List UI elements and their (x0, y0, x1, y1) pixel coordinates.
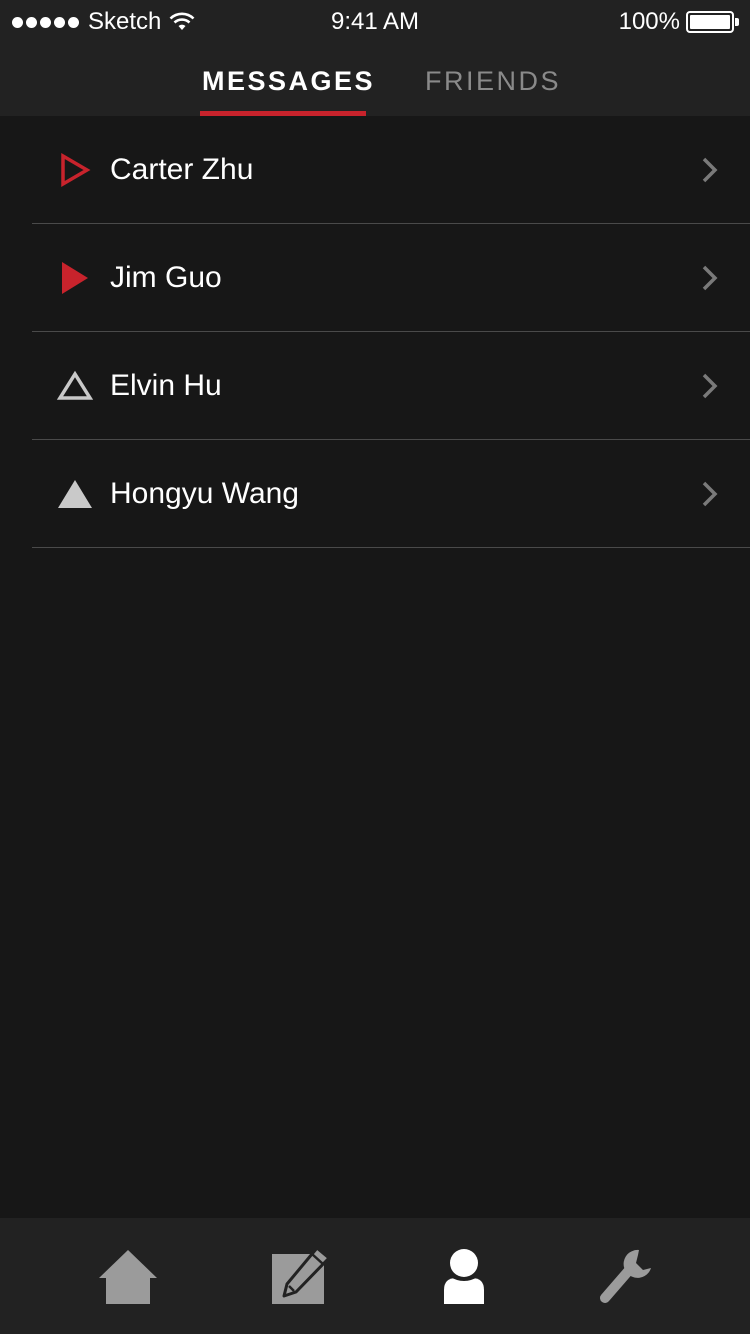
top-tab-bar: MESSAGES FRIENDS (0, 44, 750, 116)
chevron-right-icon (702, 157, 718, 182)
filled-up-triangle-icon (58, 479, 92, 508)
chevron-right-icon (702, 481, 718, 506)
battery-icon (686, 11, 739, 33)
status-left: Sketch (12, 8, 195, 36)
bottom-tab-bar (0, 1218, 750, 1334)
contact-name: Elvin Hu (110, 368, 222, 402)
contact-name: Hongyu Wang (110, 476, 299, 510)
filled-play-triangle-icon (62, 261, 88, 294)
contact-name: Carter Zhu (110, 152, 254, 186)
status-bar: Sketch 9:41 AM 100% (0, 0, 750, 44)
carrier-name: Sketch (88, 8, 162, 35)
message-list: Carter Zhu Jim Guo Elvin Hu Hongyu Wang (0, 116, 750, 548)
list-item[interactable]: Carter Zhu (32, 116, 750, 224)
status-right: 100% (618, 8, 739, 36)
chevron-right-icon (702, 265, 718, 290)
profile-tab-button[interactable] (429, 1246, 499, 1308)
outline-up-triangle-icon (56, 370, 94, 400)
outline-play-triangle-icon (61, 152, 91, 187)
chevron-right-icon (702, 373, 718, 398)
profile-icon (444, 1249, 484, 1304)
wrench-icon (600, 1249, 651, 1303)
home-icon (99, 1250, 157, 1304)
list-item[interactable]: Jim Guo (32, 224, 750, 332)
signal-strength-icon (12, 16, 79, 28)
tab-messages[interactable]: MESSAGES (202, 66, 375, 97)
settings-tab-button[interactable] (591, 1246, 661, 1308)
tab-friends[interactable]: FRIENDS (425, 66, 561, 97)
compose-icon (272, 1246, 331, 1304)
compose-tab-button[interactable] (263, 1246, 333, 1308)
phone-screen: Sketch 9:41 AM 100% MESSAGES FRIENDS Car… (0, 0, 750, 1334)
home-tab-button[interactable] (93, 1246, 163, 1308)
wifi-icon (169, 12, 195, 30)
battery-percentage: 100% (618, 8, 680, 35)
list-item[interactable]: Hongyu Wang (32, 440, 750, 548)
contact-name: Jim Guo (110, 260, 222, 294)
list-item[interactable]: Elvin Hu (32, 332, 750, 440)
